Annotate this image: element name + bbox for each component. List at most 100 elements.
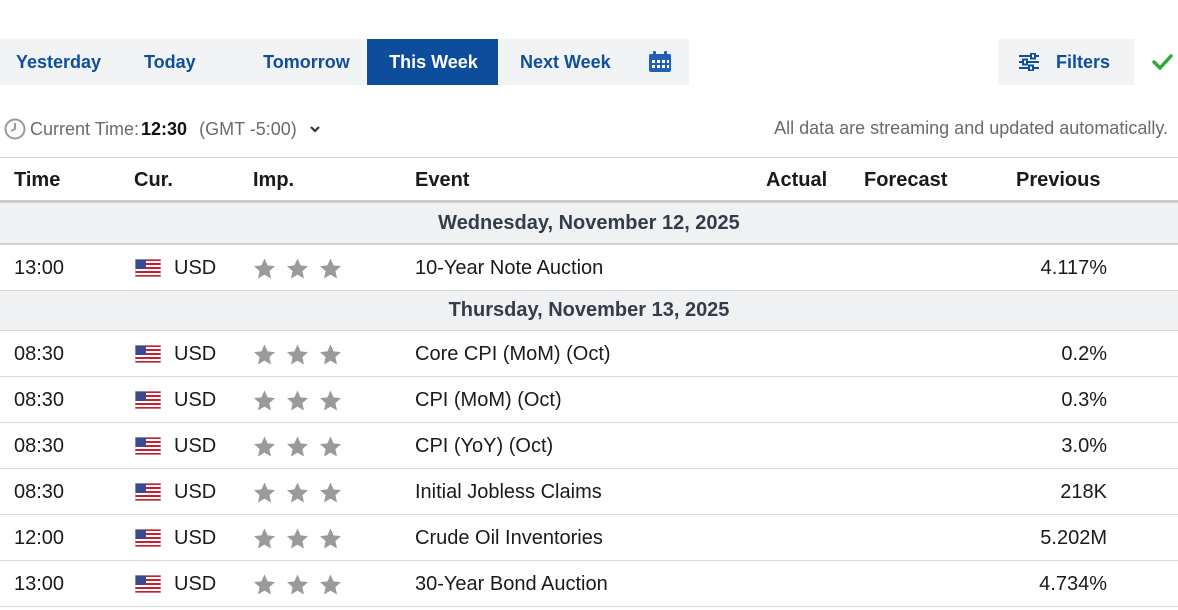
event-time: 08:30 <box>14 481 65 503</box>
current-time-bar: Current Time: 12:30 (GMT -5:00) All data… <box>4 116 1174 142</box>
importance-stars <box>252 481 343 505</box>
star-icon <box>287 574 308 595</box>
event-previous: 4.117% <box>1040 257 1107 279</box>
filters-button[interactable]: Filters <box>998 39 1134 85</box>
event-row[interactable]: 08:30 USD Core CPI (MoM) (Oct) 0.2% <box>0 331 1178 377</box>
event-name[interactable]: 10-Year Note Auction <box>415 257 603 280</box>
clock-icon <box>4 118 26 140</box>
star-icon <box>254 574 275 595</box>
event-previous: 3.0% <box>1061 435 1107 457</box>
col-header-event[interactable]: Event <box>415 169 469 192</box>
event-row[interactable]: 13:00 USD 30-Year Bond Auction 4.734% <box>0 561 1178 607</box>
star-icon <box>287 482 308 503</box>
star-icon <box>287 344 308 365</box>
event-currency: USD <box>174 573 217 595</box>
star-icon <box>287 258 308 279</box>
event-currency: USD <box>174 343 217 365</box>
star-icon <box>254 344 275 365</box>
event-time: 08:30 <box>14 435 65 457</box>
event-row[interactable]: 12:00 USD Crude Oil Inventories 5.202M <box>0 515 1178 561</box>
streaming-note: All data are streaming and updated autom… <box>774 118 1168 138</box>
tab-tomorrow[interactable]: Tomorrow <box>239 39 367 85</box>
event-previous: 0.3% <box>1061 389 1107 411</box>
star-icon <box>320 258 341 279</box>
us-flag-icon <box>135 391 161 409</box>
event-previous: 218K <box>1060 481 1107 503</box>
us-flag-icon <box>135 483 161 501</box>
star-icon <box>287 390 308 411</box>
event-currency: USD <box>174 481 217 503</box>
event-time: 13:00 <box>14 257 65 279</box>
tab-today[interactable]: Today <box>119 39 239 85</box>
importance-stars <box>252 257 343 281</box>
event-previous: 0.2% <box>1061 343 1107 365</box>
us-flag-icon <box>135 437 161 455</box>
star-icon <box>287 436 308 457</box>
us-flag-icon <box>135 345 161 363</box>
event-row[interactable]: 08:30 USD CPI (YoY) (Oct) 3.0% <box>0 423 1178 469</box>
event-name[interactable]: CPI (MoM) (Oct) <box>415 389 562 412</box>
importance-stars <box>252 435 343 459</box>
col-header-previous[interactable]: Previous <box>1016 169 1100 192</box>
calendar-icon <box>648 51 671 72</box>
importance-stars <box>252 573 343 597</box>
timezone-selector[interactable]: (GMT -5:00) <box>199 119 297 140</box>
col-header-actual[interactable]: Actual <box>766 169 827 192</box>
star-icon <box>287 528 308 549</box>
col-header-forecast[interactable]: Forecast <box>864 169 947 192</box>
star-icon <box>320 344 341 365</box>
star-icon <box>320 390 341 411</box>
col-header-time[interactable]: Time <box>14 169 60 192</box>
star-icon <box>254 258 275 279</box>
tab-yesterday[interactable]: Yesterday <box>0 39 119 85</box>
economic-calendar-table: Time Cur. Imp. Event Actual Forecast Pre… <box>0 157 1178 607</box>
star-icon <box>320 574 341 595</box>
tab-this-week[interactable]: This Week <box>367 39 498 85</box>
star-icon <box>254 390 275 411</box>
event-previous: 5.202M <box>1040 527 1107 549</box>
filters-label: Filters <box>1056 51 1111 72</box>
star-icon <box>320 528 341 549</box>
star-icon <box>320 436 341 457</box>
date-range-tabs: Yesterday Today Tomorrow This Week Next … <box>0 39 689 85</box>
calendar-button[interactable] <box>630 39 689 85</box>
event-row[interactable]: 13:00 USD 10-Year Note Auction 4.117% <box>0 245 1178 291</box>
event-currency: USD <box>174 527 217 549</box>
event-time: 12:00 <box>14 527 65 549</box>
event-currency: USD <box>174 389 217 411</box>
us-flag-icon <box>135 575 161 593</box>
sliders-icon <box>1019 53 1039 71</box>
star-icon <box>254 528 275 549</box>
day-header: Wednesday, November 12, 2025 <box>0 203 1178 245</box>
importance-stars <box>252 389 343 413</box>
current-time-label: Current Time: <box>30 118 140 139</box>
star-icon <box>254 482 275 503</box>
chevron-down-icon[interactable] <box>309 123 321 135</box>
event-time: 08:30 <box>14 343 65 365</box>
check-icon <box>1152 54 1173 70</box>
col-header-currency[interactable]: Cur. <box>134 169 173 192</box>
us-flag-icon <box>135 259 161 277</box>
event-currency: USD <box>174 257 217 279</box>
us-flag-icon <box>135 529 161 547</box>
event-name[interactable]: 30-Year Bond Auction <box>415 573 608 596</box>
event-name[interactable]: CPI (YoY) (Oct) <box>415 435 553 458</box>
importance-stars <box>252 527 343 551</box>
event-previous: 4.734% <box>1039 573 1107 595</box>
event-row[interactable]: 08:30 USD Initial Jobless Claims 218K <box>0 469 1178 515</box>
star-icon <box>254 436 275 457</box>
tab-next-week[interactable]: Next Week <box>498 39 630 85</box>
table-header: Time Cur. Imp. Event Actual Forecast Pre… <box>0 158 1178 203</box>
event-name[interactable]: Initial Jobless Claims <box>415 481 602 504</box>
event-name[interactable]: Crude Oil Inventories <box>415 527 603 550</box>
importance-stars <box>252 343 343 367</box>
event-time: 13:00 <box>14 573 65 595</box>
star-icon <box>320 482 341 503</box>
day-header: Thursday, November 13, 2025 <box>0 291 1178 331</box>
event-row[interactable]: 08:30 USD CPI (MoM) (Oct) 0.3% <box>0 377 1178 423</box>
col-header-importance[interactable]: Imp. <box>253 169 294 192</box>
current-time-value: 12:30 <box>141 118 188 139</box>
event-time: 08:30 <box>14 389 65 411</box>
event-currency: USD <box>174 435 217 457</box>
event-name[interactable]: Core CPI (MoM) (Oct) <box>415 343 611 366</box>
